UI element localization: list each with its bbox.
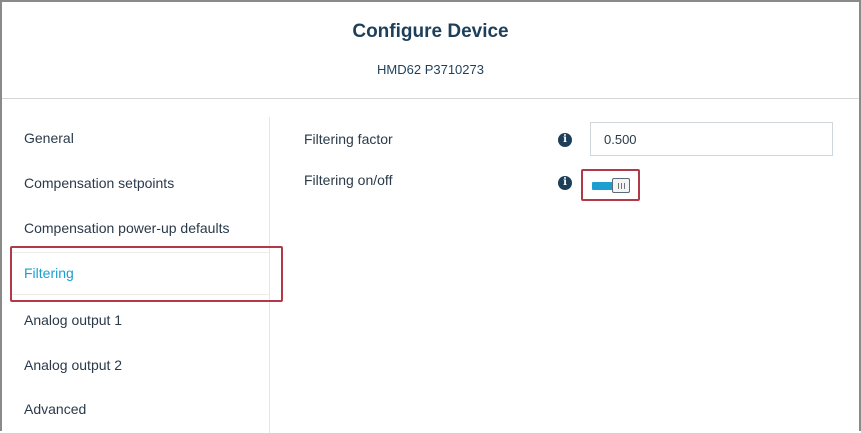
filtering-factor-label: Filtering factor <box>304 131 393 147</box>
grip-line <box>624 183 625 189</box>
sidebar-item-general[interactable]: General <box>24 130 74 146</box>
sidebar-item-analog-output-1[interactable]: Analog output 1 <box>24 312 122 328</box>
info-icon[interactable]: i <box>558 176 572 190</box>
device-id: HMD62 P3710273 <box>377 62 484 77</box>
filtering-factor-input[interactable] <box>590 122 833 156</box>
sidebar-item-compensation-setpoints[interactable]: Compensation setpoints <box>24 175 174 191</box>
filtering-highlight-box <box>10 246 283 302</box>
filtering-toggle-label: Filtering on/off <box>304 172 393 188</box>
sidebar-item-compensation-power-up-defaults[interactable]: Compensation power-up defaults <box>24 220 229 236</box>
filtering-toggle-switch[interactable] <box>592 178 634 194</box>
toggle-thumb[interactable] <box>612 178 630 193</box>
header: Configure Device HMD62 P3710273 <box>2 2 859 99</box>
info-icon[interactable]: i <box>558 133 572 147</box>
page-title: Configure Device <box>352 21 509 42</box>
grip-line <box>621 183 622 189</box>
sidebar-item-analog-output-2[interactable]: Analog output 2 <box>24 357 122 373</box>
configure-device-panel: Configure Device HMD62 P3710273 General … <box>0 0 861 433</box>
sidebar-item-advanced[interactable]: Advanced <box>24 401 86 417</box>
grip-line <box>618 183 619 189</box>
